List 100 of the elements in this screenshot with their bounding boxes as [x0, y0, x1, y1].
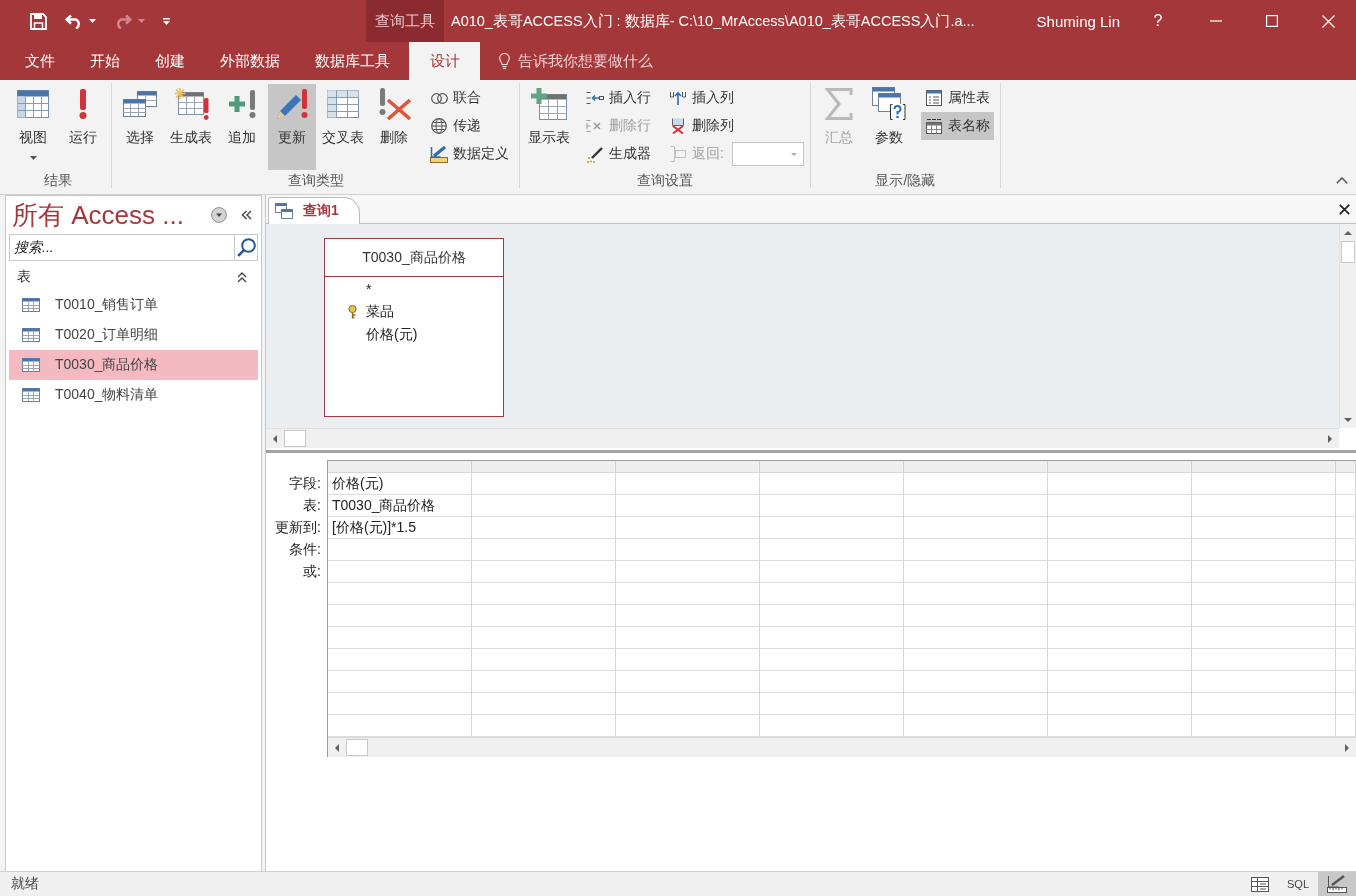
grid-cell[interactable]	[616, 693, 760, 715]
close-document-button[interactable]	[1337, 201, 1352, 217]
column-selector[interactable]	[1048, 461, 1192, 473]
grid-cell[interactable]	[1336, 649, 1356, 671]
collapse-pane-button[interactable]	[239, 208, 254, 222]
design-view-button[interactable]	[1318, 872, 1356, 896]
grid-cell[interactable]	[1336, 473, 1356, 495]
grid-cell[interactable]	[760, 649, 904, 671]
grid-cell[interactable]	[760, 539, 904, 561]
grid-cell[interactable]	[472, 473, 616, 495]
grid-cell[interactable]	[472, 583, 616, 605]
grid-cell[interactable]	[904, 539, 1048, 561]
grid-cell[interactable]	[1336, 517, 1356, 539]
column-selector[interactable]	[328, 461, 472, 473]
grid-cell[interactable]	[1192, 539, 1336, 561]
grid-cell[interactable]	[1192, 583, 1336, 605]
union-button[interactable]: 联合	[426, 84, 513, 112]
user-name[interactable]: Shuming Lin	[1036, 0, 1120, 42]
scroll-thumb[interactable]	[1341, 241, 1355, 263]
scroll-thumb[interactable]	[284, 430, 306, 447]
grid-cell[interactable]	[472, 539, 616, 561]
grid-cell[interactable]	[1192, 693, 1336, 715]
grid-cell[interactable]	[1048, 495, 1192, 517]
grid-cell[interactable]	[616, 517, 760, 539]
grid-cell[interactable]	[1336, 583, 1356, 605]
vertical-scrollbar[interactable]	[1339, 224, 1356, 428]
collapse-ribbon-button[interactable]	[1334, 175, 1350, 186]
parameters-button[interactable]: 参数	[864, 84, 913, 170]
horizontal-scrollbar[interactable]	[266, 428, 1339, 448]
nav-item[interactable]: T0040_物料清单	[9, 380, 258, 410]
grid-cell[interactable]	[472, 649, 616, 671]
field-item[interactable]: 价格(元)	[325, 323, 503, 346]
nav-pane-title[interactable]: 所有 Access ...	[12, 197, 199, 233]
grid-cell[interactable]	[760, 517, 904, 539]
search-field[interactable]: 搜索...	[9, 234, 258, 261]
ribbon-tab[interactable]: 外部数据	[204, 42, 296, 80]
grid-cell[interactable]	[616, 539, 760, 561]
document-tab[interactable]: 查询1	[268, 197, 360, 224]
grid-cell[interactable]	[1048, 693, 1192, 715]
nav-item[interactable]: T0020_订单明细	[9, 320, 258, 350]
crosstab-button[interactable]: 交叉表	[318, 84, 368, 170]
sql-view-button[interactable]: SQL	[1278, 872, 1318, 896]
grid-cell[interactable]	[472, 605, 616, 627]
grid-cell[interactable]	[1048, 627, 1192, 649]
delete-button[interactable]: 删除	[370, 84, 418, 170]
grid-cell[interactable]	[1048, 517, 1192, 539]
data-definition-button[interactable]: 数据定义	[426, 140, 513, 168]
grid-cell[interactable]	[1048, 649, 1192, 671]
pass-through-button[interactable]: 传递	[426, 112, 513, 140]
grid-cell[interactable]	[1336, 627, 1356, 649]
dropdown-field[interactable]	[731, 142, 804, 166]
grid-cell[interactable]	[328, 671, 472, 693]
grid-cell[interactable]	[904, 693, 1048, 715]
grid-cell[interactable]	[1048, 671, 1192, 693]
grid-cell[interactable]	[328, 539, 472, 561]
builder-button[interactable]: 生成器	[582, 140, 655, 168]
nav-item[interactable]: T0010_销售订单	[9, 290, 258, 320]
ribbon-tab[interactable]: 数据库工具	[299, 42, 406, 80]
grid-cell[interactable]	[616, 473, 760, 495]
grid-cell[interactable]	[616, 649, 760, 671]
grid-cell[interactable]	[1192, 561, 1336, 583]
field-item[interactable]: *	[325, 277, 503, 300]
grid-cell[interactable]: T0030_商品价格	[328, 495, 472, 517]
grid-cell[interactable]	[616, 605, 760, 627]
grid-cell[interactable]	[1192, 627, 1336, 649]
grid-cell[interactable]	[760, 561, 904, 583]
grid-cell[interactable]	[616, 627, 760, 649]
insert-rows-button[interactable]: 插入行	[582, 84, 655, 112]
field-item[interactable]: 菜品	[325, 300, 503, 323]
grid-cell[interactable]	[904, 649, 1048, 671]
grid-cell[interactable]	[1336, 693, 1356, 715]
grid-cell[interactable]	[1192, 517, 1336, 539]
grid-cell[interactable]	[1048, 539, 1192, 561]
grid-cell[interactable]	[904, 671, 1048, 693]
run-button[interactable]: 运行	[59, 84, 107, 170]
field-list[interactable]: T0030_商品价格 * 菜品 价格(元)	[324, 238, 504, 417]
update-button[interactable]: 更新	[268, 84, 316, 170]
tell-me-field[interactable]: 告诉我你想要做什么	[497, 42, 655, 80]
grid-cell[interactable]	[472, 627, 616, 649]
grid-cell[interactable]	[616, 561, 760, 583]
view-button[interactable]: 视图	[9, 84, 57, 170]
grid-cell[interactable]	[472, 517, 616, 539]
grid-cell[interactable]	[760, 693, 904, 715]
grid-cell[interactable]	[472, 693, 616, 715]
grid-cell[interactable]	[1048, 583, 1192, 605]
select-button[interactable]: 选择	[116, 84, 164, 170]
grid-cell[interactable]	[1192, 605, 1336, 627]
scroll-thumb[interactable]	[346, 739, 368, 756]
make-table-button[interactable]: 生成表	[166, 84, 216, 170]
grid-cell[interactable]	[1048, 473, 1192, 495]
delete-columns-button[interactable]: 删除列	[665, 112, 804, 140]
nav-item[interactable]: T0030_商品价格	[9, 350, 258, 380]
grid-cell[interactable]	[328, 627, 472, 649]
grid-cell[interactable]	[1336, 671, 1356, 693]
insert-columns-button[interactable]: 插入列	[665, 84, 804, 112]
grid-cell[interactable]	[760, 627, 904, 649]
grid-cell[interactable]	[616, 583, 760, 605]
grid-cell[interactable]	[904, 473, 1048, 495]
grid-cell[interactable]	[904, 495, 1048, 517]
grid-cell[interactable]	[760, 473, 904, 495]
